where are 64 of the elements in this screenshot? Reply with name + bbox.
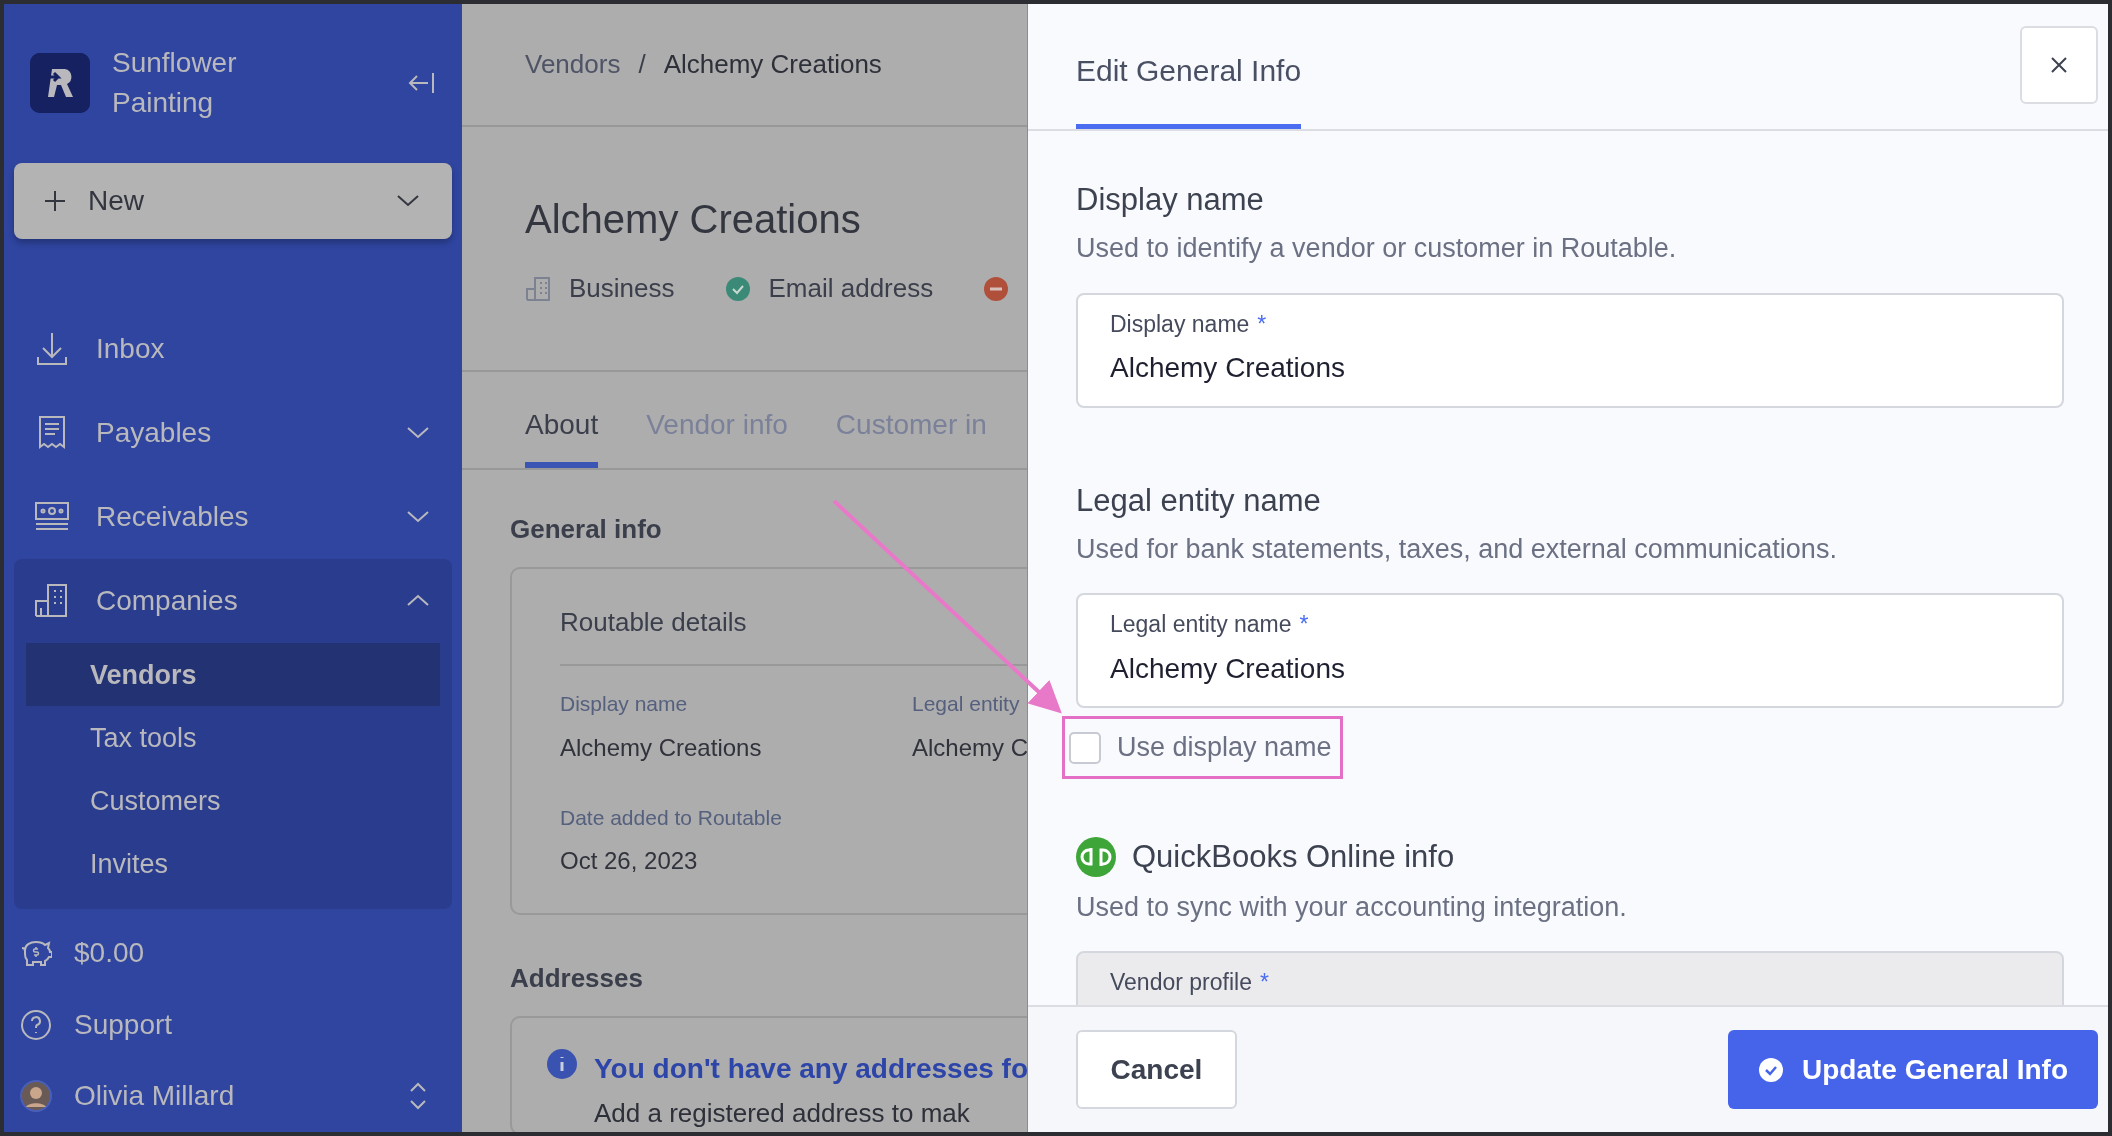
field-value[interactable]: Alchemy Creations bbox=[1110, 647, 2030, 690]
nav-subitem[interactable]: Tax tools bbox=[26, 706, 440, 770]
breadcrumb-item[interactable]: Vendors bbox=[525, 45, 621, 84]
status-label: Email address bbox=[768, 272, 934, 305]
update-button[interactable]: Update General Info bbox=[1727, 1030, 2098, 1109]
nav-subitem[interactable]: Customers bbox=[26, 769, 440, 833]
field-label: Display name bbox=[560, 691, 689, 717]
section-heading: Addresses bbox=[510, 962, 644, 995]
section-heading: General info bbox=[510, 513, 663, 546]
field-label: Date added to Routable bbox=[560, 804, 783, 831]
vendor-title: Alchemy Creations bbox=[525, 196, 862, 243]
field-label: Vendor profile bbox=[1110, 968, 1252, 998]
field-value: Alchemy C bbox=[912, 732, 1027, 763]
alert-title: You don't have any addresses fo bbox=[594, 1052, 1027, 1086]
support-link[interactable]: Support bbox=[74, 1003, 173, 1046]
panel-title: Edit General Info bbox=[1076, 4, 1302, 129]
required-mark: * bbox=[1257, 309, 1267, 339]
breadcrumb-separator: / bbox=[638, 48, 646, 81]
check-circle-icon bbox=[724, 275, 751, 302]
user-name[interactable]: Olivia Millard bbox=[74, 1075, 386, 1118]
avatar-icon bbox=[20, 1080, 52, 1113]
tab[interactable]: About bbox=[525, 372, 599, 468]
new-button[interactable]: New bbox=[14, 162, 452, 240]
field-value[interactable]: Alchemy Creations bbox=[1110, 347, 2030, 390]
check-circle-icon bbox=[1757, 1056, 1784, 1083]
field-value: Oct 26, 2023 bbox=[560, 846, 699, 876]
breadcrumb-item: Alchemy Creations bbox=[663, 48, 882, 81]
field-label: Legal entity bbox=[912, 691, 1021, 717]
building-icon bbox=[34, 583, 70, 620]
section-description: Used to sync with your accounting integration. bbox=[1076, 890, 1628, 924]
nav-subitem[interactable]: Vendors bbox=[26, 643, 440, 707]
logo bbox=[30, 53, 90, 114]
field-label: Display name bbox=[1110, 309, 1250, 339]
close-icon bbox=[2050, 56, 2068, 74]
section-heading: Legal entity name bbox=[1076, 481, 1321, 519]
section-description: Used to identify a vendor or customer in Routable. bbox=[1076, 232, 1678, 266]
text-field[interactable]: Display name * Alchemy Creations bbox=[1076, 292, 2064, 408]
help-circle-icon bbox=[20, 1008, 52, 1041]
section-description: Used for bank statements, taxes, and external communications. bbox=[1076, 532, 1838, 566]
alert-text: Add a registered address to mak bbox=[594, 1097, 971, 1130]
section-heading: QuickBooks Online info bbox=[1132, 838, 1455, 876]
company-name: Sunflower Painting bbox=[112, 46, 238, 121]
info-icon bbox=[546, 1048, 578, 1080]
download-icon bbox=[34, 331, 70, 368]
required-mark: * bbox=[1299, 610, 1309, 640]
quickbooks-logo-icon bbox=[1076, 836, 1116, 877]
cancel-button[interactable]: Cancel bbox=[1076, 1030, 1237, 1109]
status-label: Business bbox=[569, 272, 675, 305]
nav-item[interactable]: Inbox bbox=[14, 307, 452, 392]
section-heading: Display name bbox=[1076, 181, 1264, 219]
nav-item[interactable]: Receivables bbox=[14, 475, 452, 560]
balance-amount: $0.00 bbox=[74, 936, 145, 970]
plus-icon bbox=[44, 190, 66, 213]
text-field[interactable]: Legal entity name * Alchemy Creations bbox=[1076, 593, 2064, 709]
nav-item[interactable]: Payables bbox=[14, 391, 452, 476]
building-icon bbox=[525, 275, 551, 302]
nav-subitem[interactable]: Invites bbox=[26, 832, 440, 896]
field-value: Alchemy Creations bbox=[560, 732, 763, 763]
field-label: Legal entity name bbox=[1110, 610, 1292, 640]
checkbox[interactable]: Use display name bbox=[1065, 727, 1332, 768]
nav-item[interactable]: Companies bbox=[14, 559, 452, 644]
expand-icon[interactable] bbox=[408, 1081, 428, 1112]
minus-circle-icon bbox=[983, 275, 1010, 302]
required-mark: * bbox=[1259, 968, 1269, 998]
